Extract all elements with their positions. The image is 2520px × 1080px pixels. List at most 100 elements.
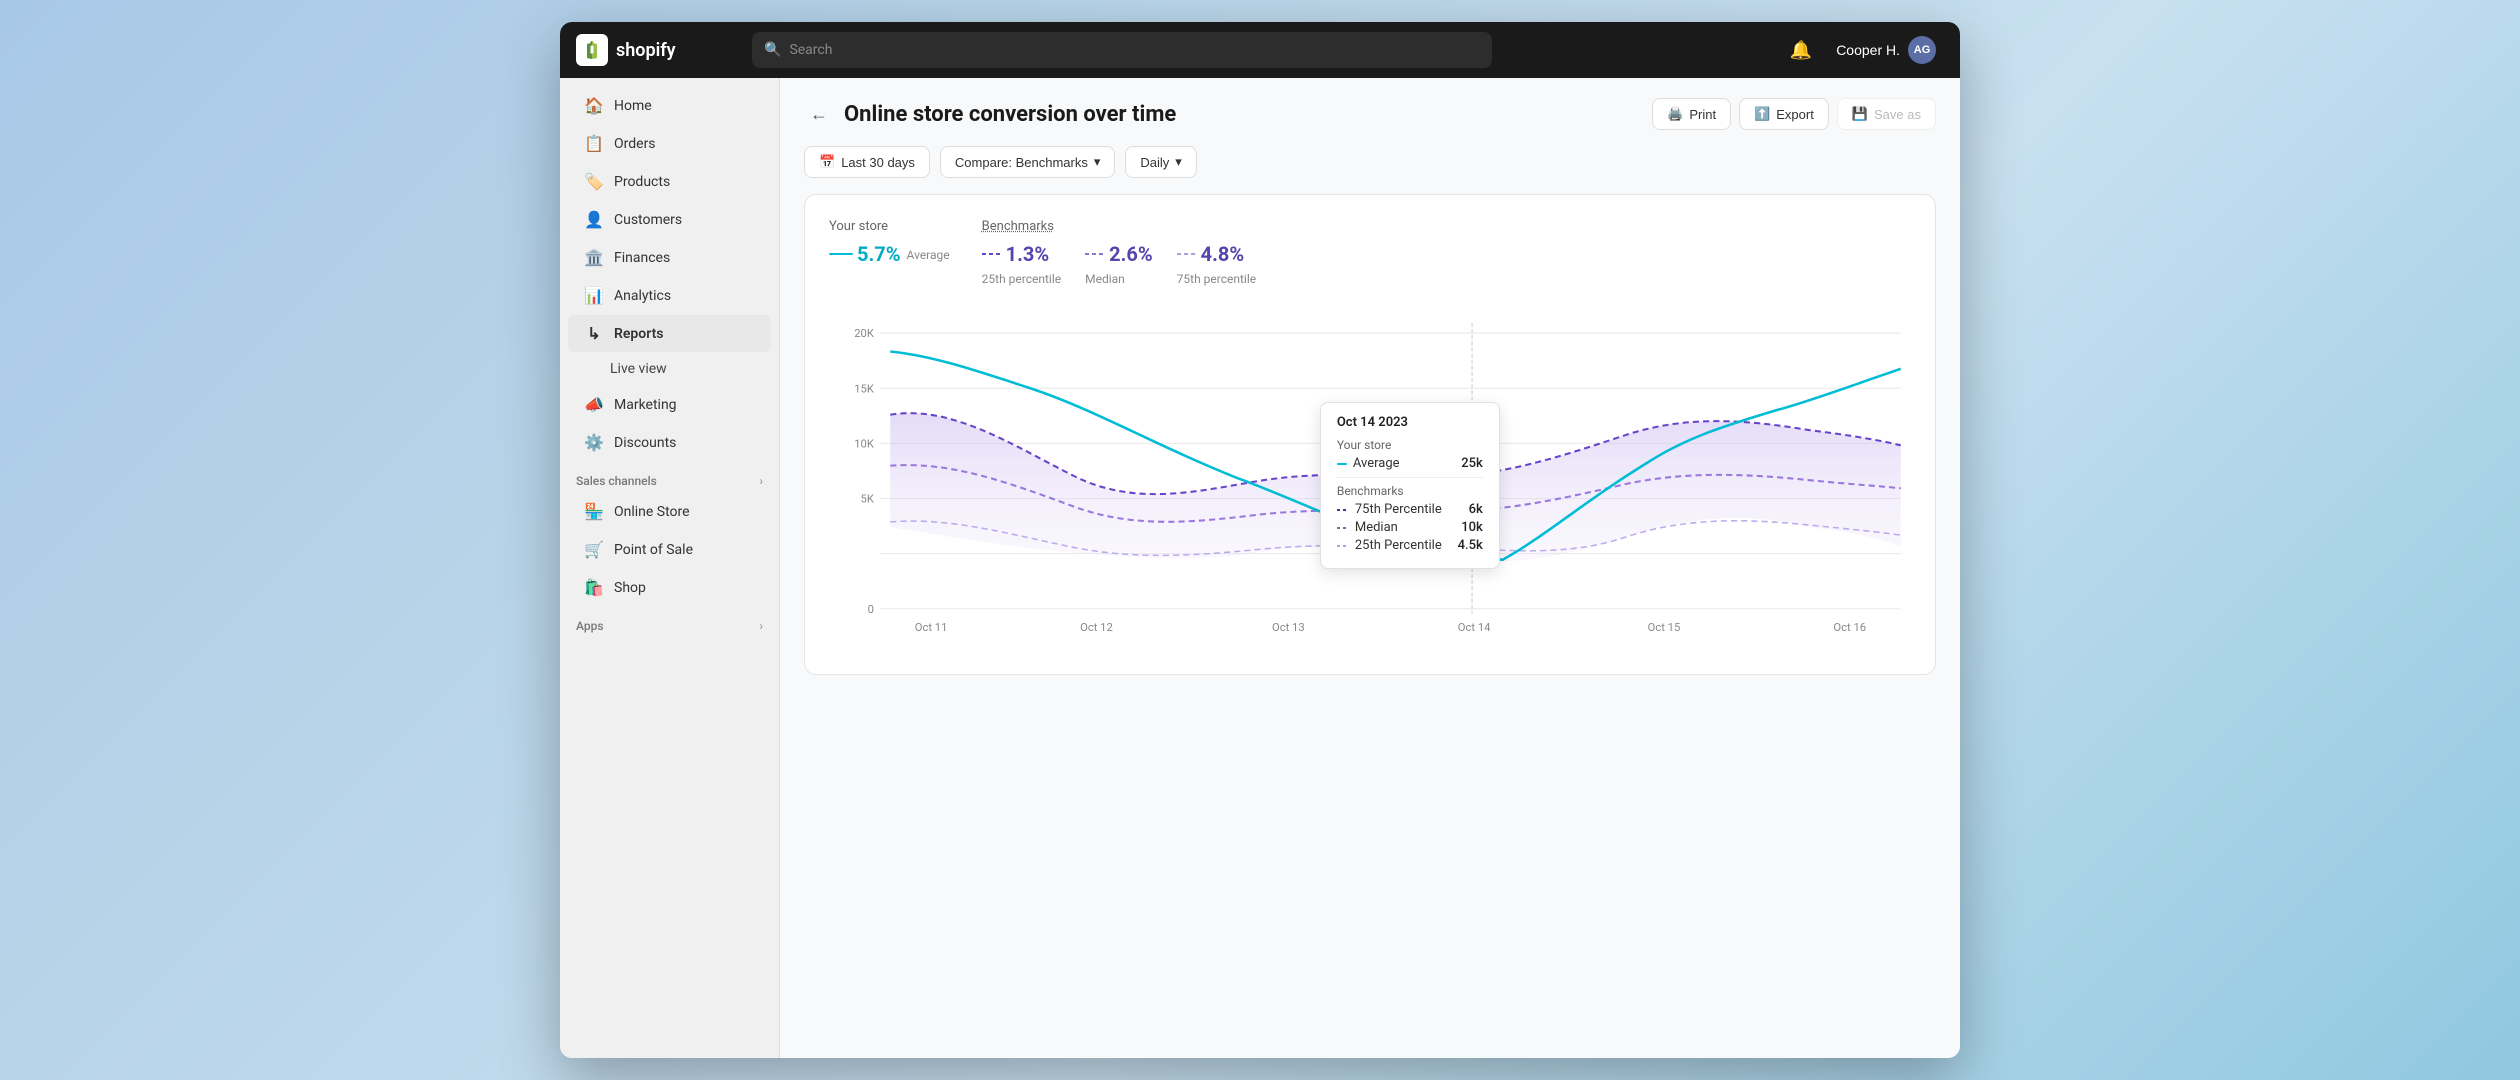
home-icon: 🏠 [584, 96, 604, 115]
sidebar-item-marketing[interactable]: 📣 Marketing [568, 386, 771, 423]
sidebar-item-orders[interactable]: 📋 Orders [568, 125, 771, 162]
chart-card: Your store 5.7% Average [804, 194, 1936, 675]
notifications-button[interactable]: 🔔 [1786, 36, 1816, 65]
sidebar-item-label: Shop [614, 580, 646, 596]
sidebar-item-label: Finances [614, 250, 670, 266]
sales-channels-header: Sales channels › [560, 462, 779, 492]
sidebar-item-label: Discounts [614, 435, 676, 451]
legend-p75: 4.8% 75th percentile [1177, 242, 1256, 286]
page-title: Online store conversion over time [844, 102, 1176, 127]
legend-avg-value: 5.7% [857, 242, 901, 266]
sidebar-item-online-store[interactable]: 🏪 Online Store [568, 493, 771, 530]
user-name: Cooper H. [1836, 42, 1900, 58]
chevron-right-icon: › [759, 474, 763, 488]
legend-your-store: Your store 5.7% Average [829, 219, 950, 266]
sidebar-item-reports[interactable]: ↳ Reports [568, 315, 771, 352]
back-button[interactable]: ← [804, 102, 834, 127]
svg-text:15K: 15K [854, 382, 875, 395]
sidebar-item-label: Point of Sale [614, 542, 693, 558]
online-store-icon: 🏪 [584, 502, 604, 521]
logo-area: shopify [576, 34, 736, 66]
legend-average: 5.7% Average [829, 242, 950, 266]
sidebar-item-label: Orders [614, 136, 656, 152]
compare-filter-button[interactable]: Compare: Benchmarks ▾ [940, 146, 1115, 178]
interval-filter-button[interactable]: Daily ▾ [1125, 146, 1196, 178]
reports-icon: ↳ [584, 324, 604, 343]
topbar-right: 🔔 Cooper H. AG [1786, 32, 1944, 68]
print-icon: 🖨️ [1667, 106, 1683, 122]
discounts-icon: ⚙️ [584, 433, 604, 452]
sidebar-item-shop[interactable]: 🛍️ Shop [568, 569, 771, 606]
topbar: shopify 🔍 Search 🔔 Cooper H. AG [560, 22, 1960, 78]
export-icon: ⬆️ [1754, 106, 1770, 122]
filter-bar: 📅 Last 30 days Compare: Benchmarks ▾ Dai… [780, 146, 1960, 194]
shop-icon: 🛍️ [584, 578, 604, 597]
search-placeholder: Search [789, 42, 832, 58]
chart-svg-wrap: 20K 15K 10K 5K 0 [829, 306, 1911, 650]
logo-text: shopify [616, 40, 676, 61]
sidebar-item-home[interactable]: 🏠 Home [568, 87, 771, 124]
sidebar: 🏠 Home 📋 Orders 🏷️ Products 👤 Customers … [560, 78, 780, 1058]
main-layout: 🏠 Home 📋 Orders 🏷️ Products 👤 Customers … [560, 78, 1960, 1058]
legend-p25: 1.3% 25th percentile [982, 242, 1061, 286]
user-menu-button[interactable]: Cooper H. AG [1828, 32, 1944, 68]
chart-svg: 20K 15K 10K 5K 0 [829, 306, 1911, 646]
legend-benchmarks-title: Benchmarks [982, 219, 1256, 234]
sidebar-item-label: Online Store [614, 504, 690, 520]
legend-median: 2.6% Median [1085, 242, 1153, 286]
svg-text:20K: 20K [854, 327, 875, 340]
sidebar-item-label: Customers [614, 212, 682, 228]
svg-text:Oct 16: Oct 16 [1833, 621, 1866, 634]
header-actions: 🖨️ Print ⬆️ Export 💾 Save as [1652, 98, 1936, 130]
sidebar-item-label: Home [614, 98, 652, 114]
save-as-button[interactable]: 💾 Save as [1837, 98, 1936, 130]
chart-legend: Your store 5.7% Average [829, 219, 1911, 286]
svg-text:Oct 12: Oct 12 [1080, 621, 1113, 634]
apps-header: Apps › [560, 607, 779, 637]
sidebar-item-label: Analytics [614, 288, 671, 304]
save-icon: 💾 [1852, 106, 1868, 122]
chevron-down-icon: ▾ [1175, 154, 1182, 170]
avatar: AG [1908, 36, 1936, 64]
calendar-icon: 📅 [819, 154, 835, 170]
sidebar-item-analytics[interactable]: 📊 Analytics [568, 277, 771, 314]
analytics-icon: 📊 [584, 286, 604, 305]
svg-text:Oct 13: Oct 13 [1272, 621, 1305, 634]
title-area: ← Online store conversion over time [804, 102, 1176, 127]
sidebar-item-point-of-sale[interactable]: 🛒 Point of Sale [568, 531, 771, 568]
sidebar-item-finances[interactable]: 🏛️ Finances [568, 239, 771, 276]
chevron-down-icon: ▾ [1094, 154, 1101, 170]
legend-your-store-title: Your store [829, 219, 950, 234]
products-icon: 🏷️ [584, 172, 604, 191]
legend-benchmarks: Benchmarks 1.3% 25th percentile [982, 219, 1256, 286]
customers-icon: 👤 [584, 210, 604, 229]
sidebar-item-liveview[interactable]: Live view [568, 353, 771, 385]
export-button[interactable]: ⬆️ Export [1739, 98, 1829, 130]
marketing-icon: 📣 [584, 395, 604, 414]
pos-icon: 🛒 [584, 540, 604, 559]
sidebar-item-customers[interactable]: 👤 Customers [568, 201, 771, 238]
svg-text:5K: 5K [861, 493, 875, 506]
content-header: ← Online store conversion over time 🖨️ P… [780, 78, 1960, 146]
sidebar-item-label: Marketing [614, 397, 677, 413]
sidebar-item-label: Reports [614, 326, 664, 342]
sidebar-item-discounts[interactable]: ⚙️ Discounts [568, 424, 771, 461]
shopify-logo-icon [576, 34, 608, 66]
svg-text:Oct 15: Oct 15 [1648, 621, 1681, 634]
sidebar-item-label: Products [614, 174, 670, 190]
svg-text:Oct 11: Oct 11 [915, 621, 948, 634]
chevron-right-icon: › [759, 619, 763, 633]
print-button[interactable]: 🖨️ Print [1652, 98, 1731, 130]
legend-avg-label: Average [907, 248, 950, 262]
date-filter-button[interactable]: 📅 Last 30 days [804, 146, 930, 178]
svg-text:0: 0 [868, 603, 874, 616]
finances-icon: 🏛️ [584, 248, 604, 267]
svg-text:Oct 14: Oct 14 [1458, 621, 1491, 634]
sidebar-item-products[interactable]: 🏷️ Products [568, 163, 771, 200]
orders-icon: 📋 [584, 134, 604, 153]
search-bar[interactable]: 🔍 Search [752, 32, 1492, 68]
svg-text:10K: 10K [854, 437, 875, 450]
sidebar-sub-label: Live view [610, 361, 667, 377]
search-icon: 🔍 [764, 42, 781, 58]
main-content: ← Online store conversion over time 🖨️ P… [780, 78, 1960, 1058]
